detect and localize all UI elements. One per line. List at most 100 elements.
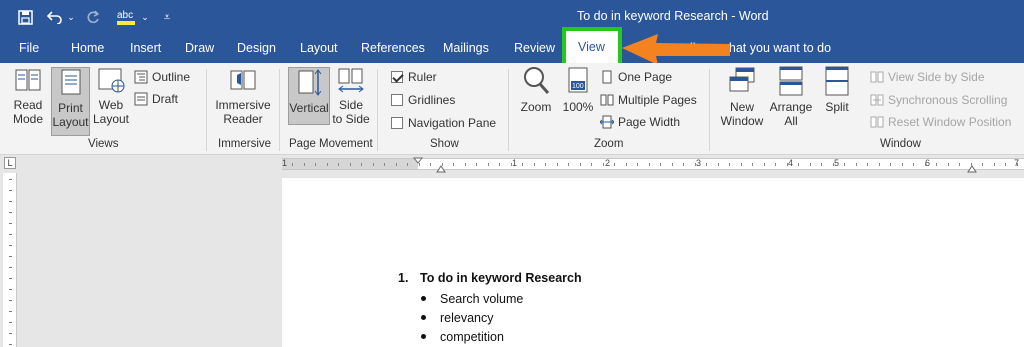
- ruler-tick: [821, 163, 822, 166]
- ruler-number: 4: [788, 158, 794, 168]
- ruler-tick: [338, 163, 339, 166]
- bullet-item[interactable]: relevancy: [421, 311, 494, 325]
- reset-window-position-icon: [870, 116, 884, 128]
- vertical-ruler-tick: [9, 245, 12, 246]
- multiple-pages-button[interactable]: Multiple Pages: [600, 91, 697, 109]
- view-side-by-side-button[interactable]: View Side by Side: [870, 68, 985, 86]
- ruler-tick: [303, 163, 305, 166]
- ruler-tick: [510, 163, 512, 166]
- group-label-window: Window: [880, 138, 921, 150]
- split-icon: [825, 66, 849, 96]
- tab-references[interactable]: References: [361, 41, 425, 55]
- tab-selector[interactable]: L: [4, 157, 16, 169]
- ruler-tick: [522, 163, 523, 166]
- redo-icon[interactable]: [82, 7, 104, 27]
- ruler-tick: [602, 163, 604, 166]
- ruler-tick: [1005, 163, 1006, 166]
- bullet-text: relevancy: [440, 311, 494, 325]
- tab-design[interactable]: Design: [237, 41, 276, 55]
- orange-arrow-annotation: [622, 34, 730, 65]
- immersive-reader-button[interactable]: Immersive Reader: [213, 65, 273, 126]
- view-side-by-side-icon: [870, 71, 884, 83]
- ruler-tick: [717, 163, 719, 166]
- outline-button[interactable]: Outline: [134, 68, 190, 86]
- horizontal-ruler[interactable]: 1 1 2 3 4 5 6 7: [282, 157, 1024, 173]
- ruler-tick: [579, 163, 581, 166]
- bullet-item[interactable]: Search volume: [421, 292, 523, 306]
- tab-layout[interactable]: Layout: [300, 41, 338, 55]
- one-page-button[interactable]: One Page: [600, 68, 672, 86]
- vertical-ruler[interactable]: [3, 173, 17, 347]
- tab-draw[interactable]: Draw: [185, 41, 214, 55]
- reset-window-position-button[interactable]: Reset Window Position: [870, 113, 1011, 131]
- page-width-button[interactable]: Page Width: [600, 113, 680, 131]
- undo-dropdown-icon[interactable]: ⌄: [66, 7, 76, 27]
- ruler-tick: [729, 163, 730, 166]
- ruler-bar: L 1 1 2 3 4 5 6 7: [0, 155, 1024, 173]
- vertical-scroll-icon: [298, 69, 322, 96]
- ruler-tick: [430, 163, 431, 166]
- web-layout-button[interactable]: Web Layout: [92, 65, 130, 126]
- tab-view-label: View: [578, 40, 605, 54]
- synchronous-scrolling-button[interactable]: Synchronous Scrolling: [870, 91, 1007, 109]
- print-layout-button[interactable]: Print Layout: [51, 67, 90, 136]
- document-page[interactable]: 1. To do in keyword Research Search volum…: [282, 178, 1024, 347]
- right-indent-marker[interactable]: [967, 163, 977, 173]
- spelling-dropdown-icon[interactable]: ⌄: [140, 7, 150, 27]
- draft-button[interactable]: Draft: [134, 90, 178, 108]
- tab-view[interactable]: View: [562, 27, 622, 67]
- print-layout-icon: [61, 69, 80, 95]
- ruler-number: 3: [696, 158, 702, 168]
- tab-mailings[interactable]: Mailings: [443, 41, 489, 55]
- ruler-tick: [625, 163, 627, 166]
- ruler-tick: [476, 163, 477, 166]
- arrange-all-button[interactable]: Arrange All: [768, 65, 814, 128]
- numbered-list-item[interactable]: 1. To do in keyword Research: [398, 271, 582, 285]
- zoom-100-button[interactable]: 100 100%: [560, 65, 596, 114]
- bullet-icon: [421, 296, 426, 302]
- bullet-icon: [421, 334, 426, 340]
- multiple-pages-icon: [600, 94, 614, 106]
- tab-insert[interactable]: Insert: [130, 41, 161, 55]
- ruler-tick: [614, 163, 615, 166]
- bullet-item[interactable]: competition: [421, 330, 504, 344]
- read-mode-icon: [15, 69, 41, 91]
- ruler-tick: [844, 163, 845, 166]
- vertical-ruler-tick: [9, 190, 12, 191]
- window-title: To do in keyword Research - Word: [577, 9, 769, 23]
- ribbon: Read Mode Print Layout Web Layout Outlin…: [0, 63, 1024, 155]
- undo-icon[interactable]: [44, 7, 66, 27]
- tab-file[interactable]: File: [19, 41, 39, 55]
- vertical-ruler-tick: [9, 212, 12, 213]
- ruler-checkbox[interactable]: Ruler: [391, 68, 437, 86]
- side-to-side-button[interactable]: Side to Side: [332, 65, 370, 126]
- vertical-ruler-tick: [9, 311, 12, 312]
- ruler-tick: [361, 163, 362, 166]
- new-window-button[interactable]: New Window: [717, 65, 767, 128]
- zoom-button[interactable]: Zoom: [517, 65, 555, 114]
- document-workspace: 1. To do in keyword Research Search volum…: [0, 173, 1024, 347]
- vertical-ruler-tick: [9, 179, 12, 180]
- ruler-tick: [326, 163, 328, 166]
- read-mode-button[interactable]: Read Mode: [8, 65, 48, 126]
- navigation-pane-checkbox[interactable]: Navigation Pane: [391, 114, 496, 132]
- tab-review[interactable]: Review: [514, 41, 555, 55]
- vertical-ruler-tick: [9, 256, 12, 257]
- ruler-tick: [568, 163, 569, 166]
- split-button[interactable]: Split: [820, 65, 854, 114]
- ribbon-tabs: File Home Insert Draw Design Layout Refe…: [0, 33, 1024, 63]
- spelling-icon[interactable]: abc: [114, 7, 140, 27]
- bullet-icon: [421, 315, 426, 321]
- ruler-tick: [372, 163, 374, 166]
- ruler-tick: [637, 163, 638, 166]
- vertical-ruler-tick: [9, 344, 12, 345]
- save-icon[interactable]: [14, 7, 36, 27]
- vertical-button[interactable]: Vertical: [288, 67, 330, 125]
- tab-home[interactable]: Home: [71, 41, 104, 55]
- customize-qat-icon[interactable]: ⩡: [156, 7, 178, 27]
- ruler-tick: [947, 163, 949, 166]
- gridlines-checkbox[interactable]: Gridlines: [391, 91, 455, 109]
- ruler-tick: [763, 163, 765, 166]
- ruler-tick: [499, 163, 500, 166]
- ruler-tick: [786, 163, 788, 166]
